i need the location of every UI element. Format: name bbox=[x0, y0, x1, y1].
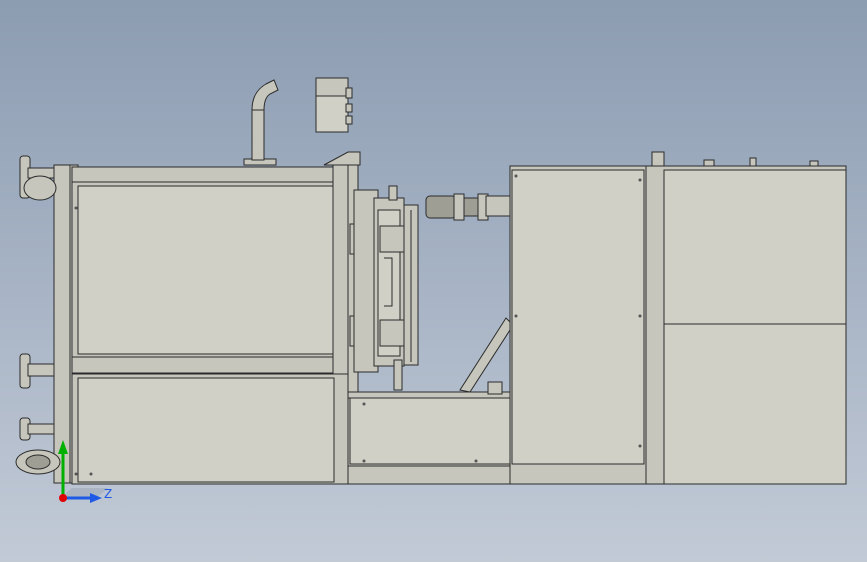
z-axis-label: Z bbox=[104, 487, 112, 501]
machine-drawing: Z bbox=[15, 77, 847, 503]
x-axis-dot bbox=[59, 494, 67, 502]
rear-platen bbox=[53, 164, 73, 484]
clamping-unit bbox=[15, 79, 350, 485]
exhaust-pipe bbox=[243, 79, 279, 166]
control-box bbox=[315, 77, 353, 133]
tie-bar-knobs bbox=[15, 155, 61, 475]
cad-viewport[interactable]: Z bbox=[0, 0, 867, 562]
injection-nozzle bbox=[425, 193, 511, 221]
power-cabinet bbox=[645, 157, 847, 485]
